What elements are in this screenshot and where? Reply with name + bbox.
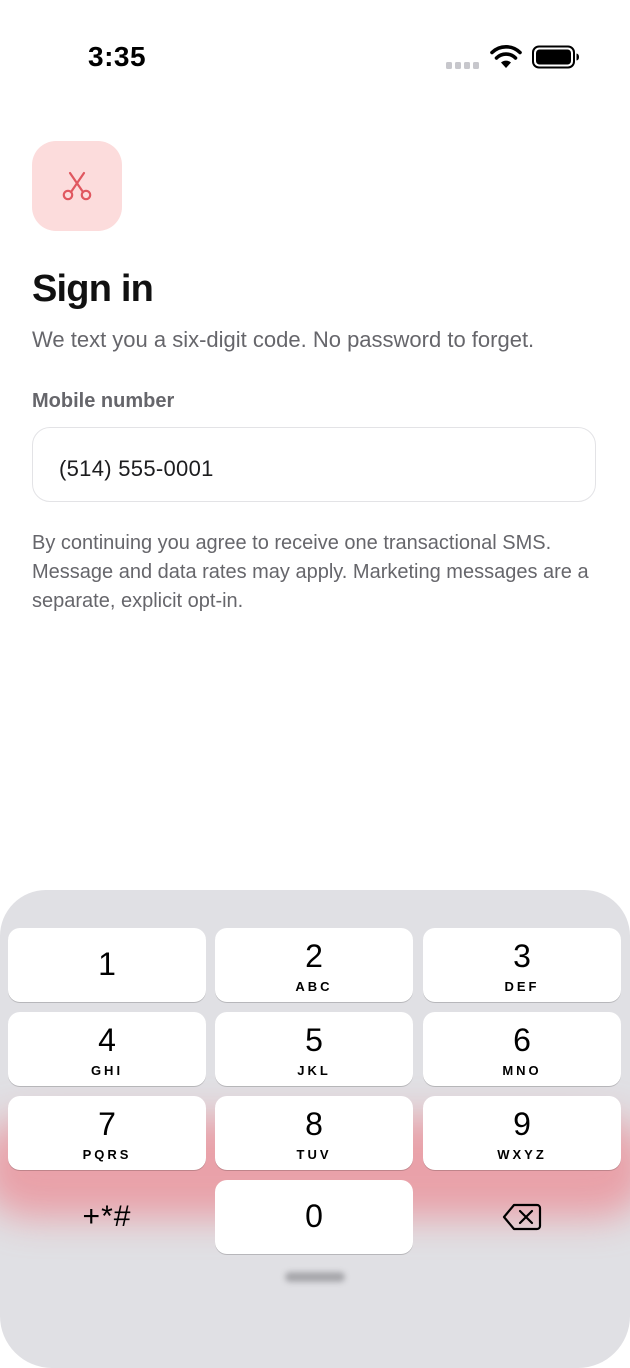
battery-icon bbox=[532, 45, 579, 69]
sms-disclaimer: By continuing you agree to receive one t… bbox=[32, 532, 589, 612]
key-5[interactable]: 5 JKL bbox=[215, 1012, 413, 1086]
signal-dots-icon bbox=[446, 62, 479, 69]
key-4[interactable]: 4 GHI bbox=[8, 1012, 206, 1086]
sign-in-screen: 3:35 Sign in We text you a six-digit cod… bbox=[0, 0, 630, 1368]
mobile-number-field[interactable]: (514) 555-0001 bbox=[32, 427, 596, 502]
status-time: 3:35 bbox=[88, 41, 147, 72]
key-6[interactable]: 6 MNO bbox=[423, 1012, 621, 1086]
key-symbols[interactable]: +*# bbox=[8, 1180, 206, 1254]
scissors-icon bbox=[62, 171, 92, 201]
key-9[interactable]: 9 WXYZ bbox=[423, 1096, 621, 1170]
page-title: Sign in bbox=[32, 268, 154, 310]
key-symbols-label: +*# bbox=[82, 1200, 132, 1233]
key-8[interactable]: 8 TUV bbox=[215, 1096, 413, 1170]
key-letters: ABC bbox=[295, 979, 333, 994]
key-0[interactable]: 0 bbox=[215, 1180, 413, 1254]
wifi-icon bbox=[490, 45, 522, 68]
key-digit: 7 bbox=[98, 1106, 116, 1142]
key-1[interactable]: 1 bbox=[8, 928, 206, 1002]
home-indicator bbox=[285, 1272, 345, 1282]
key-letters: TUV bbox=[296, 1147, 332, 1162]
key-digit: 3 bbox=[513, 938, 531, 974]
key-letters: WXYZ bbox=[497, 1147, 547, 1162]
key-letters: MNO bbox=[502, 1063, 542, 1078]
key-7[interactable]: 7 PQRS bbox=[8, 1096, 206, 1170]
key-digit: 9 bbox=[513, 1106, 531, 1142]
page-subtitle: We text you a six-digit code. No passwor… bbox=[32, 327, 535, 352]
key-digit: 2 bbox=[305, 938, 323, 974]
key-letters: GHI bbox=[90, 1063, 124, 1078]
status-bar: 3:35 bbox=[0, 0, 630, 110]
key-digit: 8 bbox=[305, 1106, 323, 1142]
app-logo bbox=[32, 141, 122, 231]
key-letters: PQRS bbox=[82, 1147, 132, 1162]
key-digit: 4 bbox=[98, 1022, 116, 1058]
backspace-key[interactable] bbox=[423, 1180, 621, 1254]
key-digit: 5 bbox=[305, 1022, 323, 1058]
key-letters: DEF bbox=[504, 979, 540, 994]
key-digit: 6 bbox=[513, 1022, 531, 1058]
key-3[interactable]: 3 DEF bbox=[423, 928, 621, 1002]
key-digit: 1 bbox=[98, 946, 116, 982]
key-2[interactable]: 2 ABC bbox=[215, 928, 413, 1002]
key-digit: 0 bbox=[305, 1198, 323, 1234]
key-letters: JKL bbox=[297, 1063, 331, 1078]
mobile-number-label: Mobile number bbox=[32, 390, 175, 412]
mobile-number-value: (514) 555-0001 bbox=[59, 456, 214, 481]
backspace-icon bbox=[502, 1203, 542, 1231]
